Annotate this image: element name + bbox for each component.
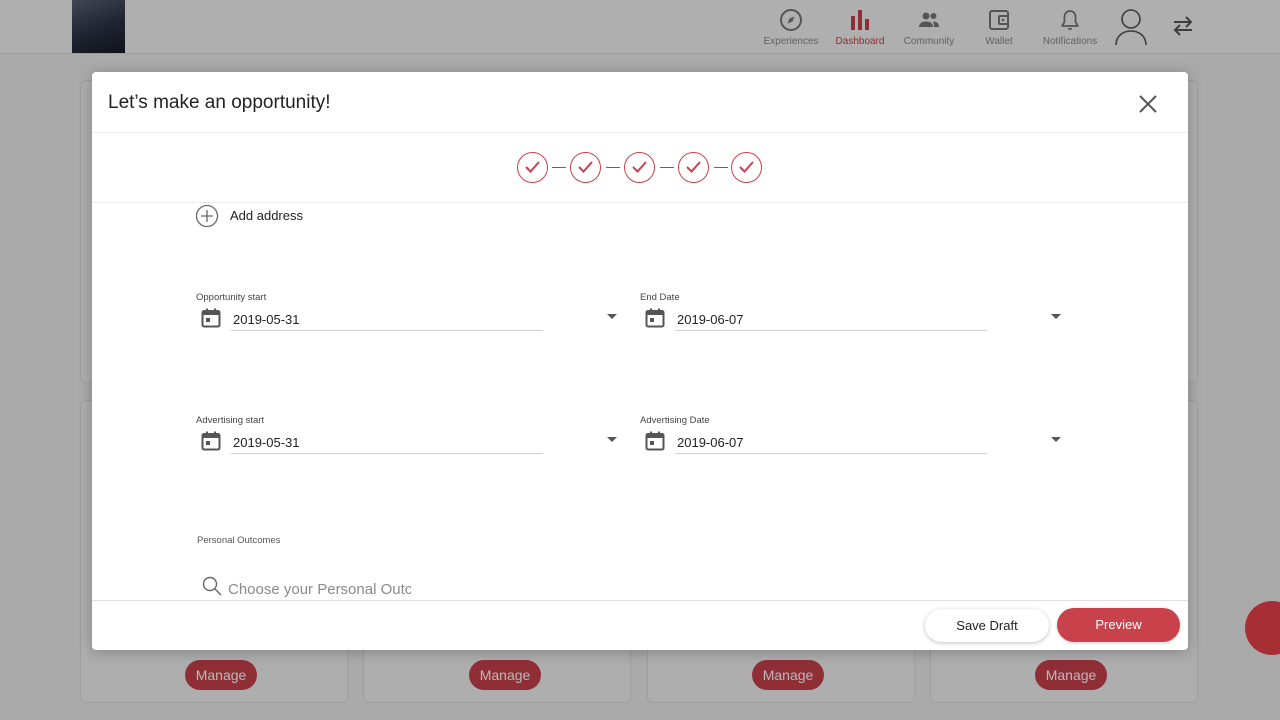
check-icon [739,161,754,173]
opportunity-start-field[interactable]: Opportunity start 2019-05-31 [196,292,626,342]
end-date-field[interactable]: End Date 2019-06-07 [640,292,1070,342]
step-connector [714,167,728,168]
step-connector [606,167,620,168]
header-divider [92,132,1188,133]
create-opportunity-modal: Let’s make an opportunity! Add address O… [92,72,1188,650]
check-icon [632,161,647,173]
steps-divider [92,202,1188,203]
search-icon [202,576,222,596]
check-icon [578,161,593,173]
step-complete-indicator[interactable] [624,152,655,183]
field-underline [231,330,543,331]
step-complete-indicator[interactable] [570,152,601,183]
field-label: End Date [640,292,680,303]
add-address-label: Add address [230,208,303,223]
advertising-start-field[interactable]: Advertising start 2019-05-31 [196,415,626,465]
date-value[interactable]: 2019-06-07 [677,435,744,450]
calendar-icon [201,431,221,451]
step-connector [660,167,674,168]
personal-outcomes-search-input[interactable] [228,578,411,600]
step-complete-indicator[interactable] [731,152,762,183]
step-complete-indicator[interactable] [678,152,709,183]
close-icon[interactable] [1136,92,1160,116]
dropdown-caret-icon[interactable] [1051,437,1061,442]
save-draft-button[interactable]: Save Draft [925,609,1049,642]
dropdown-caret-icon[interactable] [607,437,617,442]
personal-outcomes-label: Personal Outcomes [197,535,281,546]
preview-button[interactable]: Preview [1057,608,1180,642]
dropdown-caret-icon[interactable] [1051,314,1061,319]
field-label: Advertising Date [640,415,710,426]
field-underline [231,453,543,454]
date-value[interactable]: 2019-05-31 [233,312,300,327]
field-label: Advertising start [196,415,265,426]
field-label: Opportunity start [196,292,267,303]
step-connector [552,167,566,168]
check-icon [525,161,540,173]
dropdown-caret-icon[interactable] [607,314,617,319]
date-value[interactable]: 2019-05-31 [233,435,300,450]
calendar-icon [645,431,665,451]
field-underline [675,330,987,331]
footer-divider [92,600,1188,601]
field-underline [675,453,987,454]
calendar-icon [645,308,665,328]
advertising-date-field[interactable]: Advertising Date 2019-06-07 [640,415,1070,465]
step-complete-indicator[interactable] [517,152,548,183]
date-value[interactable]: 2019-06-07 [677,312,744,327]
plus-circle-icon [195,204,219,228]
calendar-icon [201,308,221,328]
modal-title: Let’s make an opportunity! [108,92,331,113]
check-icon [686,161,701,173]
